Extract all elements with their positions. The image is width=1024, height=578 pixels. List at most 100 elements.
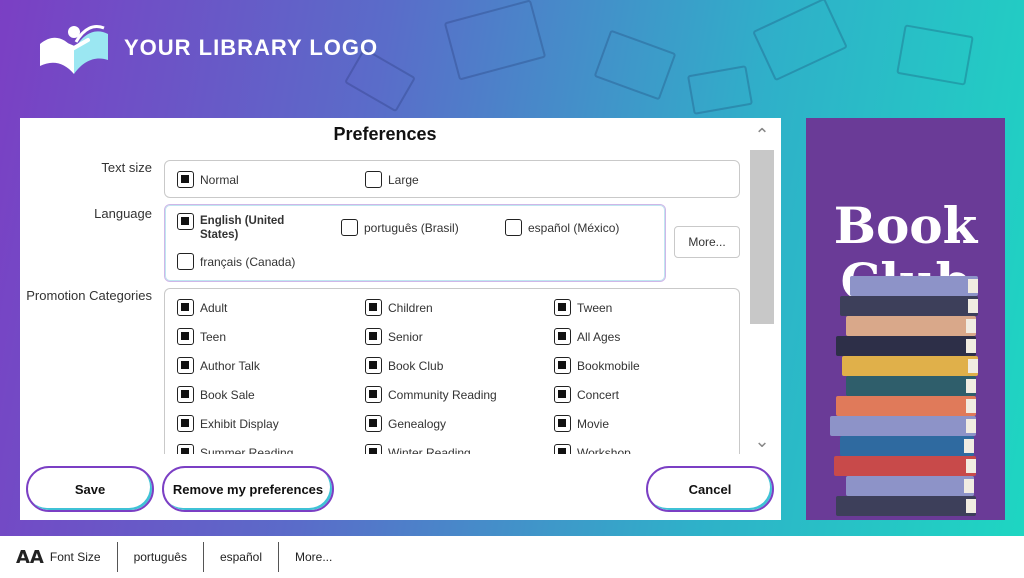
promotion-option-label: All Ages bbox=[577, 330, 621, 344]
checkbox-icon[interactable] bbox=[365, 299, 382, 316]
promotion-option-label: Teen bbox=[200, 330, 227, 344]
checkbox-icon[interactable] bbox=[554, 328, 571, 345]
book-shape bbox=[846, 376, 976, 396]
promotion-categories-group: Adult Children Tween Teen Senior All Ages Auth… bbox=[164, 288, 740, 454]
checkbox-icon[interactable] bbox=[365, 328, 382, 345]
promotion-option[interactable]: Bookmobile bbox=[554, 357, 640, 374]
language-label: Language bbox=[94, 206, 152, 221]
preferences-dialog: Preferences ⌃ ⌄ Text size Normal Large L… bbox=[20, 118, 781, 520]
promotion-option-label: Winter Reading bbox=[388, 446, 471, 454]
language-more-button[interactable]: More... bbox=[674, 226, 740, 258]
language-option-fr-ca[interactable]: français (Canada) bbox=[177, 253, 295, 270]
promo-title-line1: Book bbox=[833, 196, 978, 255]
checkbox-icon[interactable] bbox=[365, 444, 382, 454]
save-button[interactable]: Save bbox=[26, 466, 154, 512]
text-size-group: Normal Large bbox=[164, 160, 740, 198]
checkbox-icon[interactable] bbox=[177, 444, 194, 454]
promotion-option[interactable]: Movie bbox=[554, 415, 609, 432]
language-option-en-us[interactable]: English (United States) bbox=[177, 213, 295, 242]
language-espanol-button[interactable]: español bbox=[204, 542, 279, 572]
cancel-button[interactable]: Cancel bbox=[646, 466, 774, 512]
scrollbar-thumb[interactable] bbox=[750, 150, 774, 324]
font-size-label: Font Size bbox=[49, 550, 101, 564]
font-size-button[interactable]: AA Font Size bbox=[0, 542, 118, 572]
checkbox-icon[interactable] bbox=[554, 444, 571, 454]
book-shape bbox=[830, 416, 976, 436]
language-portugues-button[interactable]: português bbox=[118, 542, 204, 572]
book-shape bbox=[850, 276, 978, 296]
book-shape bbox=[834, 456, 976, 476]
promotion-option[interactable]: Senior bbox=[365, 328, 423, 345]
book-doodle bbox=[593, 29, 677, 101]
remove-preferences-button[interactable]: Remove my preferences bbox=[162, 466, 334, 512]
promotion-categories-label: Promotion Categories bbox=[26, 288, 152, 303]
book-shape bbox=[836, 396, 976, 416]
checkbox-icon[interactable] bbox=[365, 357, 382, 374]
book-shape bbox=[836, 336, 976, 356]
promotion-option[interactable]: Workshop bbox=[554, 444, 631, 454]
promotion-option[interactable]: Author Talk bbox=[177, 357, 260, 374]
checkbox-icon[interactable] bbox=[177, 299, 194, 316]
book-shape bbox=[840, 296, 978, 316]
language-option-es-mx[interactable]: español (México) bbox=[505, 219, 619, 236]
checkbox-icon[interactable] bbox=[365, 171, 382, 188]
book-club-promo[interactable]: Book Club bbox=[806, 118, 1005, 520]
promotion-option[interactable]: Community Reading bbox=[365, 386, 497, 403]
checkbox-icon[interactable] bbox=[177, 328, 194, 345]
bottom-toolbar: AA Font Size português español More... bbox=[0, 536, 1024, 578]
promotion-option-label: Adult bbox=[200, 301, 228, 315]
promotion-option[interactable]: Book Sale bbox=[177, 386, 255, 403]
promotion-option[interactable]: Children bbox=[365, 299, 433, 316]
text-size-option-normal[interactable]: Normal bbox=[177, 171, 239, 188]
book-doodle bbox=[443, 0, 547, 81]
library-logo-icon bbox=[40, 25, 108, 74]
promotion-option-label: Author Talk bbox=[200, 359, 260, 373]
promotion-option-label: Tween bbox=[577, 301, 613, 315]
language-option-pt-br[interactable]: português (Brasil) bbox=[341, 219, 459, 236]
scroll-up-icon[interactable]: ⌃ bbox=[750, 124, 774, 146]
checkbox-icon[interactable] bbox=[177, 213, 194, 230]
library-logo-text: YOUR LIBRARY LOGO bbox=[124, 35, 379, 60]
checkbox-icon[interactable] bbox=[177, 415, 194, 432]
promotion-option-label: Children bbox=[388, 301, 433, 315]
promotion-option[interactable]: Concert bbox=[554, 386, 619, 403]
promotion-option-label: Book Sale bbox=[200, 388, 255, 402]
more-languages-button[interactable]: More... bbox=[279, 542, 348, 572]
checkbox-icon[interactable] bbox=[341, 219, 358, 236]
checkbox-icon[interactable] bbox=[177, 171, 194, 188]
promotion-option[interactable]: All Ages bbox=[554, 328, 620, 345]
checkbox-icon[interactable] bbox=[554, 386, 571, 403]
language-group: English (United States) português (Brasi… bbox=[164, 204, 666, 282]
promotion-option[interactable]: Book Club bbox=[365, 357, 443, 374]
checkbox-icon[interactable] bbox=[177, 253, 194, 270]
promotion-option[interactable]: Teen bbox=[177, 328, 226, 345]
checkbox-icon[interactable] bbox=[554, 415, 571, 432]
checkbox-icon[interactable] bbox=[365, 386, 382, 403]
book-shape bbox=[846, 476, 974, 496]
checkbox-icon[interactable] bbox=[554, 299, 571, 316]
book-shape bbox=[836, 496, 976, 516]
text-size-option-large[interactable]: Large bbox=[365, 171, 419, 188]
promotion-option-label: Community Reading bbox=[388, 388, 497, 402]
book-doodle bbox=[752, 0, 848, 82]
font-size-icon: AA bbox=[16, 546, 44, 568]
checkbox-icon[interactable] bbox=[505, 219, 522, 236]
promotion-option[interactable]: Winter Reading bbox=[365, 444, 471, 454]
promotion-option[interactable]: Exhibit Display bbox=[177, 415, 279, 432]
promotion-option[interactable]: Adult bbox=[177, 299, 227, 316]
promotion-option-label: Book Club bbox=[388, 359, 444, 373]
promotion-option-label: Workshop bbox=[577, 446, 631, 454]
scrollbar[interactable]: ⌃ ⌄ bbox=[750, 124, 774, 454]
book-shape bbox=[840, 436, 974, 456]
promotion-option[interactable]: Genealogy bbox=[365, 415, 446, 432]
promotion-option[interactable]: Tween bbox=[554, 299, 612, 316]
scroll-down-icon[interactable]: ⌄ bbox=[750, 430, 774, 452]
promotion-option-label: Summer Reading bbox=[200, 446, 294, 454]
promotion-option-label: Concert bbox=[577, 388, 620, 402]
checkbox-icon[interactable] bbox=[177, 357, 194, 374]
checkbox-icon[interactable] bbox=[365, 415, 382, 432]
promotion-option-label: Bookmobile bbox=[577, 359, 640, 373]
checkbox-icon[interactable] bbox=[554, 357, 571, 374]
checkbox-icon[interactable] bbox=[177, 386, 194, 403]
promotion-option[interactable]: Summer Reading bbox=[177, 444, 293, 454]
